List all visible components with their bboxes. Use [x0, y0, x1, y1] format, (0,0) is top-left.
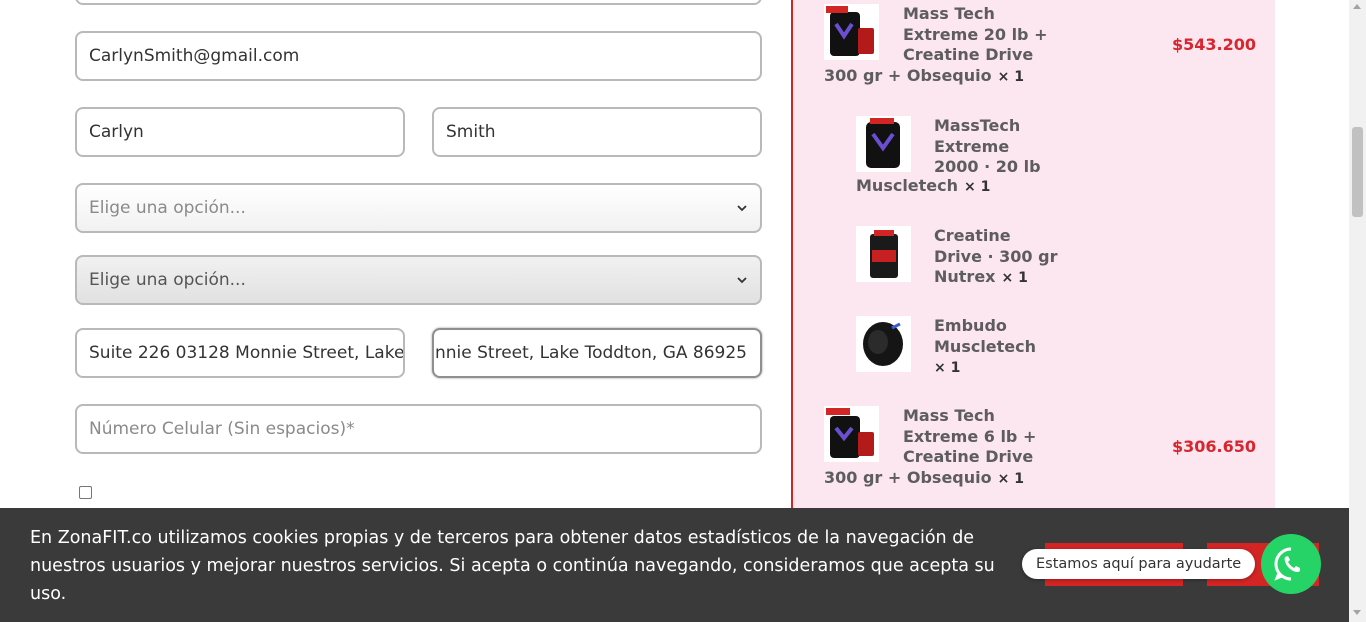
address-line-1-field[interactable]: Suite 226 03128 Monnie Street, Lake: [75, 328, 405, 378]
address-line-1-value: Suite 226 03128 Monnie Street, Lake: [89, 343, 405, 363]
scroll-up-arrow-icon[interactable]: [1353, 4, 1361, 9]
item-name-line: Muscletech: [934, 336, 1037, 356]
order-item-last-line: Muscletech × 1: [856, 176, 990, 198]
item-name-line: 300 gr + Obsequio: [824, 468, 992, 487]
item-name-line: MassTech: [934, 116, 1021, 135]
product-thumbnail: [856, 226, 911, 282]
page-scrollbar[interactable]: [1349, 0, 1366, 622]
item-name-line: Embudo: [934, 316, 1007, 335]
order-item: Mass Tech Extreme 6 lb + Creatine Drive: [903, 406, 1036, 468]
email-value: CarlynSmith@gmail.com: [89, 46, 300, 66]
whatsapp-tooltip[interactable]: Estamos aquí para ayudarte: [1022, 549, 1256, 579]
item-name-line: Extreme 6 lb +: [903, 426, 1037, 446]
item-name-line: Mass Tech: [903, 406, 995, 425]
address-line-2-field[interactable]: nnie Street, Lake Toddton, GA 86925: [432, 328, 762, 378]
item-name-line: Drive · 300 gr: [934, 246, 1058, 266]
address-line-2-value: nnie Street, Lake Toddton, GA 86925: [434, 343, 747, 363]
item-name-line: 2000 · 20 lb: [934, 157, 1041, 176]
city-select[interactable]: Elige una opción...: [75, 255, 762, 305]
item-name-line: Creatine Drive: [903, 45, 1034, 64]
first-name-value: Carlyn: [89, 122, 144, 142]
whatsapp-button[interactable]: [1261, 534, 1321, 594]
order-item: Embudo Muscletech × 1: [934, 316, 1036, 379]
item-quantity: × 1: [964, 179, 991, 195]
last-name-value: Smith: [446, 122, 496, 142]
previous-field[interactable]: [75, 0, 762, 5]
last-name-field[interactable]: Smith: [432, 107, 762, 157]
chevron-down-icon: [737, 205, 747, 212]
phone-placeholder: Número Celular (Sin espacios)*: [89, 419, 355, 439]
chevron-down-icon: [737, 277, 747, 284]
item-name-line: Muscletech: [856, 176, 959, 195]
item-quantity: × 1: [997, 69, 1024, 85]
item-price: $543.200: [1172, 35, 1257, 54]
item-price: $306.650: [1172, 437, 1257, 456]
phone-field[interactable]: Número Celular (Sin espacios)*: [75, 404, 762, 454]
email-field[interactable]: CarlynSmith@gmail.com: [75, 31, 762, 81]
product-thumbnail: [824, 406, 879, 462]
order-item: Mass Tech Extreme 20 lb + Creatine Drive: [903, 4, 1047, 66]
item-quantity: × 1: [997, 471, 1024, 487]
scrollbar-thumb[interactable]: [1352, 127, 1363, 217]
order-item: MassTech Extreme 2000 · 20 lb: [934, 116, 1041, 178]
whatsapp-icon: [1274, 547, 1300, 581]
order-item: Creatine Drive · 300 gr Nutrex × 1: [934, 226, 1057, 289]
product-thumbnail: [856, 116, 911, 172]
item-name-line: Mass Tech: [903, 4, 995, 23]
department-select[interactable]: Elige una opción...: [75, 183, 762, 233]
terms-checkbox[interactable]: [79, 486, 92, 499]
item-name-line: Extreme: [934, 136, 1010, 156]
product-thumbnail: [824, 4, 879, 60]
city-select-placeholder: Elige una opción...: [89, 270, 246, 290]
department-select-placeholder: Elige una opción...: [89, 198, 246, 218]
item-quantity: × 1: [1001, 270, 1028, 286]
cookie-message: En ZonaFIT.co utilizamos cookies propias…: [30, 528, 995, 604]
item-name-line: Creatine: [934, 226, 1011, 245]
item-name-line: Creatine Drive: [903, 447, 1034, 466]
first-name-field[interactable]: Carlyn: [75, 107, 405, 157]
item-name-line: Nutrex: [934, 267, 996, 286]
product-thumbnail: [856, 316, 911, 372]
whatsapp-tooltip-text: Estamos aquí para ayudarte: [1036, 556, 1242, 572]
order-item-last-line: 300 gr + Obsequio × 1: [824, 66, 1024, 88]
item-name-line: Extreme 20 lb +: [903, 24, 1048, 44]
scroll-down-arrow-icon[interactable]: [1353, 610, 1361, 615]
item-quantity: × 1: [934, 360, 961, 376]
order-item-last-line: 300 gr + Obsequio × 1: [824, 468, 1024, 490]
item-name-line: 300 gr + Obsequio: [824, 66, 992, 85]
